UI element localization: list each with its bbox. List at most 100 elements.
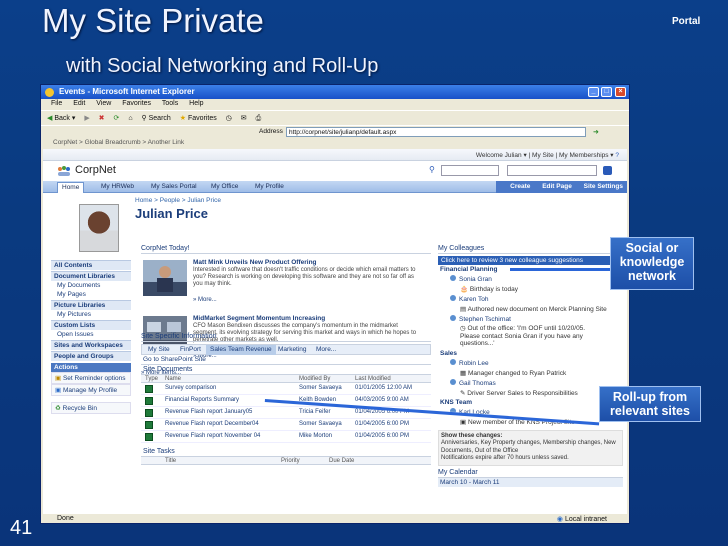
col-name[interactable]: Name <box>165 376 181 382</box>
menu-file[interactable]: File <box>51 100 62 107</box>
tab-my-sales-portal[interactable]: My Sales Portal <box>147 182 201 193</box>
menu-favorites[interactable]: Favorites <box>122 100 151 107</box>
my-site-link[interactable]: My Site <box>532 152 554 159</box>
close-button[interactable]: × <box>615 87 626 97</box>
table-row[interactable]: Revenue Flash report November 04 Mike Mor… <box>141 431 431 443</box>
forward-button[interactable]: ▶ <box>84 114 89 122</box>
colleagues-title: My Colleagues <box>438 245 623 254</box>
nav-document-libraries[interactable]: Document Libraries <box>51 271 131 281</box>
excel-file-icon <box>145 433 153 441</box>
address-input[interactable]: http://corpnet/site/julianp/default.aspx <box>286 127 586 137</box>
colleague-note: ▦ Manager changed to Ryan Patrick <box>460 369 567 377</box>
nav-my-pictures[interactable]: My Pictures <box>51 310 131 319</box>
mail-icon[interactable]: ✉ <box>241 114 247 122</box>
site-settings-button[interactable]: Site Settings <box>584 183 623 190</box>
site-tab-more[interactable]: More... <box>312 345 340 355</box>
menu-view[interactable]: View <box>96 100 111 107</box>
nav-people-and-groups[interactable]: People and Groups <box>51 351 131 361</box>
my-memberships-link[interactable]: My Memberships <box>559 152 608 159</box>
welcome-menu[interactable]: Welcome Julian <box>476 152 522 159</box>
col-type[interactable]: Type <box>145 376 158 382</box>
create-button[interactable]: Create <box>510 183 530 190</box>
manage-profile-action[interactable]: ▣ Manage My Profile <box>51 384 131 396</box>
star-icon: ★ <box>179 115 187 122</box>
org-chart-icon: ▦ <box>460 369 467 377</box>
search-icon: ⚲ <box>429 165 435 174</box>
refresh-icon[interactable]: ⟳ <box>114 114 120 122</box>
favorites-button[interactable]: ★ Favorites <box>180 114 217 122</box>
tab-home[interactable]: Home <box>57 182 85 193</box>
table-row[interactable]: Survey comparison Somer Savaeya 01/01/2005… <box>141 383 431 395</box>
recycle-bin-link[interactable]: ♻ Recycle Bin <box>51 402 131 414</box>
breadcrumb[interactable]: Home > People > Julian Price <box>135 197 221 204</box>
home-icon[interactable]: ⌂ <box>128 115 132 122</box>
col-priority[interactable]: Priority <box>281 458 300 464</box>
colleague-item[interactable]: Karen Toh <box>438 294 623 304</box>
news-headline[interactable]: Matt Mink Unveils New Product Offering <box>193 259 317 266</box>
search-go-button[interactable] <box>603 166 612 175</box>
help-icon[interactable]: ? <box>615 152 619 159</box>
search-button[interactable]: ⚲ Search <box>142 114 171 122</box>
colleague-item[interactable]: Stephen Tschirnat <box>438 314 623 324</box>
doc-name[interactable]: Survey comparison <box>165 385 216 391</box>
nav-my-pages[interactable]: My Pages <box>51 290 131 299</box>
menu-edit[interactable]: Edit <box>73 100 85 107</box>
nav-all-contents[interactable]: All Contents <box>51 260 131 270</box>
news-more-link[interactable]: » More... <box>193 297 217 303</box>
news-headline[interactable]: MidMarket Segment Momentum Increasing <box>193 315 325 322</box>
tab-my-office[interactable]: My Office <box>207 182 242 193</box>
table-row[interactable]: Revenue Flash report December04 Somer Sav… <box>141 419 431 431</box>
col-modified-by[interactable]: Modified By <box>299 376 330 382</box>
doc-last-modified: 04/03/2005 9:00 AM <box>355 397 409 403</box>
search-input[interactable] <box>507 165 597 176</box>
nav-open-issues[interactable]: Open Issues <box>51 330 131 339</box>
history-icon[interactable]: ◷ <box>226 114 232 122</box>
go-to-site-link[interactable]: Go to SharePoint Site <box>141 355 431 364</box>
print-icon[interactable]: ⎙ <box>256 115 262 123</box>
set-reminder-action[interactable]: ▣ Set Reminder options <box>51 372 131 384</box>
nav-sites-and-workspaces[interactable]: Sites and Workspaces <box>51 340 131 350</box>
col-due-date[interactable]: Due Date <box>329 458 354 464</box>
maximize-button[interactable]: □ <box>601 87 612 97</box>
back-button[interactable]: ◀ Back ▾ <box>47 114 75 122</box>
site-tab-sales-team-revenue[interactable]: Sales Team Revenue <box>206 345 276 355</box>
colleague-item[interactable]: Gail Thomas <box>438 378 623 388</box>
doc-name[interactable]: Revenue Flash report January05 <box>165 409 252 415</box>
edit-page-button[interactable]: Edit Page <box>542 183 572 190</box>
person-name: Julian Price <box>135 206 208 221</box>
profile-photo <box>79 204 119 252</box>
stop-icon[interactable]: ✖ <box>99 114 105 122</box>
colleague-item[interactable]: Robin Lee <box>438 358 623 368</box>
nav-custom-lists[interactable]: Custom Lists <box>51 320 131 330</box>
doc-name[interactable]: Financial Reports Summary <box>165 397 239 403</box>
menu-tools[interactable]: Tools <box>162 100 178 107</box>
site-tab-finport[interactable]: FinPort <box>176 345 205 355</box>
col-last-modified[interactable]: Last Modified <box>355 376 391 382</box>
show-changes-link[interactable]: Anniversaries, Key Property changes, Mem… <box>441 440 620 455</box>
tab-my-profile[interactable]: My Profile <box>251 182 288 193</box>
links-bar[interactable]: CorpNet > Global Breadcrumb > Another Li… <box>41 138 629 148</box>
doc-name[interactable]: Revenue Flash report November 04 <box>165 433 260 439</box>
user-icon <box>450 315 456 321</box>
site-tab-my-site[interactable]: My Site <box>144 345 174 355</box>
nav-my-documents[interactable]: My Documents <box>51 281 131 290</box>
site-tab-marketing[interactable]: Marketing <box>274 345 311 355</box>
intranet-icon: ◉ <box>556 516 564 523</box>
go-arrow-icon[interactable]: ➜ <box>593 128 599 136</box>
col-title[interactable]: Title <box>165 458 176 464</box>
minimize-button[interactable]: _ <box>588 87 599 97</box>
review-suggestions-link[interactable]: Click here to review 3 new colleague sug… <box>438 256 623 265</box>
tab-my-hrweb[interactable]: My HRWeb <box>97 182 138 193</box>
group-kns-team: KNS Team <box>440 398 473 406</box>
site-documents-title: Site Documents <box>141 364 431 374</box>
address-bar: Address http://corpnet/site/julianp/defa… <box>41 125 629 138</box>
document-icon: ▤ <box>460 306 467 313</box>
corpnet-today-title: CorpNet Today! <box>141 245 431 254</box>
calendar-range[interactable]: March 10 - March 11 <box>438 477 623 487</box>
nav-picture-libraries[interactable]: Picture Libraries <box>51 300 131 310</box>
doc-name[interactable]: Revenue Flash report December04 <box>165 421 259 427</box>
colleague-item[interactable]: Sonia Gran <box>438 274 623 284</box>
search-scope-select[interactable] <box>441 165 499 176</box>
doc-modified-by: Somer Savaeya <box>299 385 342 391</box>
menu-help[interactable]: Help <box>189 100 203 107</box>
